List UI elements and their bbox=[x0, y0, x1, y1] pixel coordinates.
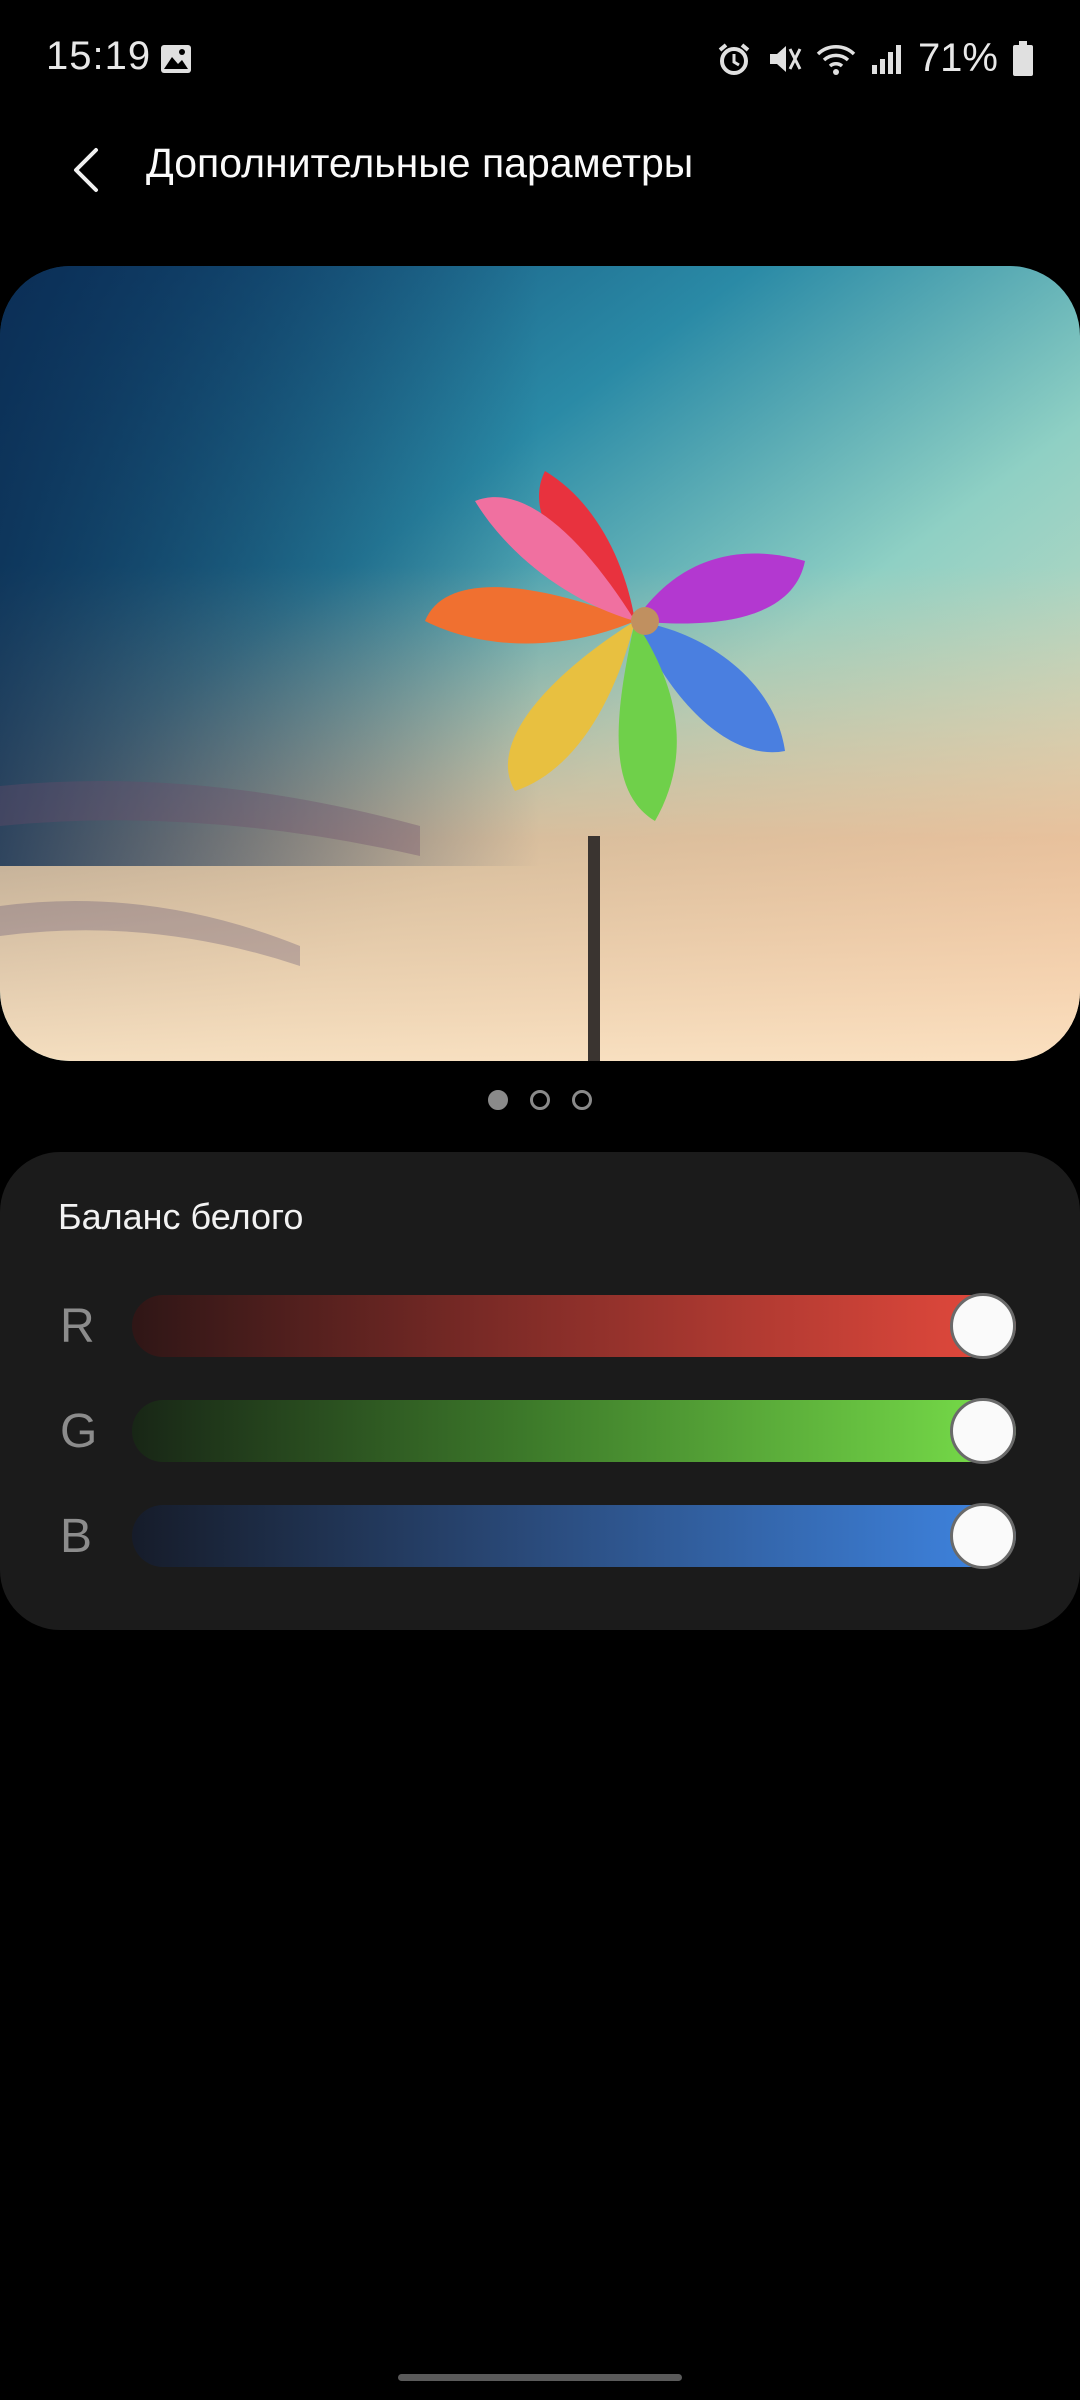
slider-label-g: G bbox=[60, 1405, 98, 1458]
white-balance-title: Баланс белого bbox=[58, 1196, 304, 1237]
page-indicator bbox=[0, 1090, 1080, 1110]
battery-percent: 71% bbox=[917, 36, 998, 80]
blue-slider-track[interactable] bbox=[132, 1503, 1016, 1569]
signal-icon bbox=[870, 43, 904, 75]
gallery-icon bbox=[160, 44, 192, 74]
page-dot-1[interactable] bbox=[488, 1090, 508, 1110]
status-icons: 71% bbox=[716, 36, 1034, 81]
status-bar: 15:19 71% bbox=[0, 0, 1080, 120]
page-dot-3[interactable] bbox=[572, 1090, 592, 1110]
green-slider-thumb[interactable] bbox=[950, 1398, 1016, 1464]
red-slider-thumb[interactable] bbox=[950, 1293, 1016, 1359]
chevron-left-icon bbox=[74, 148, 98, 192]
page-title: Дополнительные параметры bbox=[146, 140, 694, 186]
wifi-icon bbox=[816, 42, 856, 76]
slider-row-b: B bbox=[0, 1503, 1080, 1569]
slider-row-g: G bbox=[0, 1398, 1080, 1464]
status-time: 15:19 bbox=[46, 34, 152, 78]
slider-label-b: B bbox=[60, 1510, 93, 1563]
header: Дополнительные параметры bbox=[0, 120, 1080, 220]
alarm-icon bbox=[716, 41, 752, 77]
red-slider-track[interactable] bbox=[132, 1293, 1016, 1359]
screen: 15:19 71% Дополнительные параметры Балан… bbox=[0, 0, 1080, 2400]
slider-label-r: R bbox=[60, 1300, 95, 1353]
page-dot-2[interactable] bbox=[530, 1090, 550, 1110]
battery-icon bbox=[1012, 40, 1034, 77]
slider-row-r: R bbox=[0, 1293, 1080, 1359]
green-slider-track[interactable] bbox=[132, 1398, 1016, 1464]
mute-icon bbox=[766, 41, 802, 77]
preview-image[interactable] bbox=[0, 266, 1080, 1061]
back-button[interactable] bbox=[50, 130, 120, 210]
blue-slider-thumb[interactable] bbox=[950, 1503, 1016, 1569]
white-balance-card: Баланс белого R G B bbox=[0, 1152, 1080, 1630]
home-indicator[interactable] bbox=[398, 2374, 682, 2381]
pinwheel-photo bbox=[0, 266, 1080, 1061]
